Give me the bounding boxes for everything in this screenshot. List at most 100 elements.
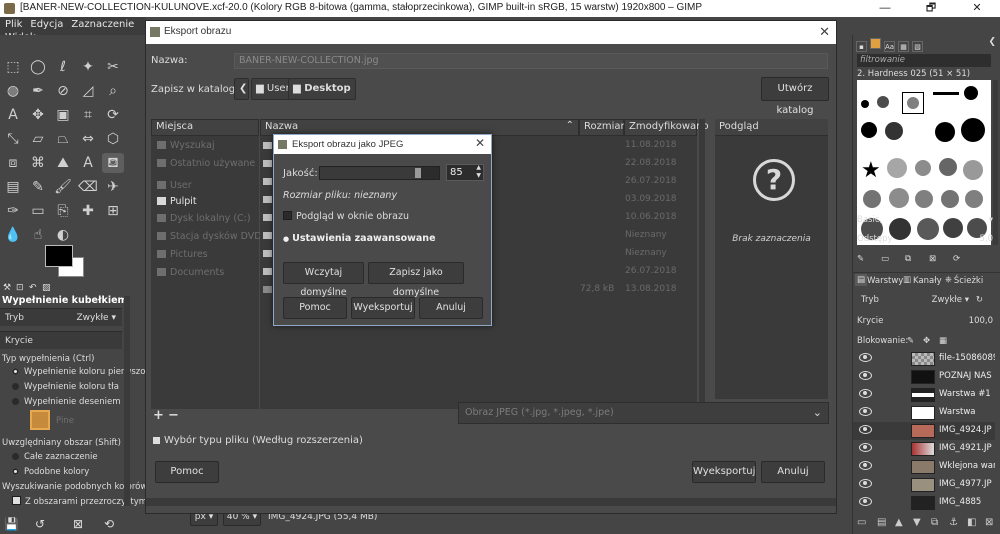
layer-row[interactable]: POZNAJ NAS <box>853 368 995 386</box>
heal-icon[interactable]: ✚ <box>77 201 99 221</box>
close-icon[interactable]: ✕ <box>819 24 830 40</box>
layer-row[interactable]: file-15086089 <box>853 350 995 368</box>
mode-select[interactable]: Tryb Zwykłe ▾ <box>0 308 122 326</box>
place-dvd[interactable]: Stacja dysków DVD... <box>157 231 271 242</box>
unified-transform-icon[interactable]: ⧈ <box>2 153 24 173</box>
maximize-button[interactable]: 🗗 <box>908 0 954 17</box>
jpeg-cancel-button[interactable]: Anuluj <box>419 297 483 319</box>
airbrush-icon[interactable]: ✈ <box>102 177 124 197</box>
dock-menu-icon[interactable]: ❮ <box>988 37 996 47</box>
clone-icon[interactable]: ⎘ <box>52 201 74 221</box>
color-picker-icon[interactable]: ⊘ <box>52 81 74 101</box>
perspective-icon[interactable]: ⏢ <box>52 129 74 149</box>
bucket-fill-icon[interactable]: ⛾ <box>102 153 124 173</box>
new-brush-icon[interactable]: ▭ <box>881 254 889 264</box>
text-tool-icon[interactable]: A <box>2 105 24 125</box>
export-button[interactable]: Wyeksportuj <box>692 461 756 483</box>
modified-column-header[interactable]: Zmodyfikowano <box>624 119 709 136</box>
layer-row[interactable]: IMG_4885 <box>853 494 995 512</box>
create-folder-button[interactable]: Utwórz katalog <box>761 77 829 116</box>
place-desktop[interactable]: Pulpit <box>157 196 197 207</box>
brush-tag-field[interactable]: Basic, ▾ <box>857 212 993 228</box>
foreground-color-swatch[interactable] <box>45 245 73 267</box>
quality-slider-handle[interactable] <box>415 168 421 178</box>
zoom-icon[interactable]: ⌕ <box>102 81 124 101</box>
spacing-slider[interactable]: Odstępy 5,0 <box>857 231 993 247</box>
anchor-layer-icon[interactable]: ⚓ <box>949 517 958 528</box>
foreground-select-icon[interactable]: ◍ <box>2 81 24 101</box>
rotate-icon[interactable]: ⟳ <box>102 105 124 125</box>
cage-icon[interactable]: ⬡ <box>102 129 124 149</box>
eye-icon[interactable] <box>859 407 872 416</box>
layer-row[interactable]: IMG_4977.JP <box>853 476 995 494</box>
place-documents[interactable]: Documents <box>157 267 224 278</box>
paths-icon[interactable]: ✒ <box>27 81 49 101</box>
eye-icon[interactable] <box>859 443 872 452</box>
jpeg-export-button[interactable]: Wyeksportuj <box>351 297 415 319</box>
reset-options-icon[interactable]: ⟲ <box>104 517 114 531</box>
new-layer-group-icon[interactable]: ▤ <box>877 517 886 528</box>
fill-pattern-radio[interactable]: Wypełnienie deseniem <box>12 397 121 407</box>
save-options-icon[interactable]: 💾 <box>4 517 19 531</box>
path-crumb-desktop[interactable]: ▆ Desktop <box>288 78 356 100</box>
tab-paths[interactable]: ⎈ Ścieżki <box>943 274 983 286</box>
patterns-tab-icon[interactable] <box>870 38 881 49</box>
eye-icon[interactable] <box>859 371 872 380</box>
layer-row[interactable]: Warstwa <box>853 404 995 422</box>
blur-icon[interactable]: 💧 <box>2 225 24 245</box>
document-history-tab-icon[interactable]: ▦ <box>898 41 909 52</box>
tool-options-tab-icon[interactable]: ⚒ <box>3 283 13 293</box>
file-type-expander[interactable]: Wybór typu pliku (Według rozszerzenia) <box>153 435 363 446</box>
place-pictures[interactable]: Pictures <box>157 249 208 260</box>
brushes-tab-icon[interactable]: ▪ <box>856 41 867 52</box>
text-icon[interactable]: A <box>77 153 99 173</box>
advanced-settings-expander[interactable]: ● Ustawienia zaawansowane <box>283 233 436 244</box>
eye-icon[interactable] <box>859 497 872 506</box>
size-column-header[interactable]: Rozmiar <box>579 119 625 136</box>
refresh-brushes-icon[interactable]: ⟳ <box>953 254 960 264</box>
brush-grid-scrollbar[interactable] <box>993 80 998 245</box>
gradients-tab-icon[interactable]: ▧ <box>912 41 923 52</box>
layer-mask-icon[interactable]: ◧ <box>967 517 976 528</box>
brush-filter-input[interactable]: filtrowanie <box>857 54 991 67</box>
scale-icon[interactable]: ⤡ <box>2 129 24 149</box>
eye-icon[interactable] <box>859 389 872 398</box>
eye-icon[interactable] <box>859 425 872 434</box>
preview-in-window-checkbox[interactable]: Podgląd w oknie obrazu <box>283 211 409 222</box>
tab-channels[interactable]: ▥ Kanały <box>901 274 942 286</box>
place-local-disk[interactable]: Dysk lokalny (C:) <box>157 213 251 224</box>
restore-options-icon[interactable]: ↺ <box>35 517 45 531</box>
ink-icon[interactable]: ✑ <box>2 201 24 221</box>
menu-file[interactable]: Plik <box>0 17 25 30</box>
area-whole-radio[interactable]: Całe zaznaczenie <box>12 452 98 462</box>
tool-options-scrollbar[interactable] <box>124 296 130 506</box>
file-type-filter-select[interactable]: Obraz JPEG (*.jpg, *.jpeg, *.jpe) ⌄ <box>458 402 829 424</box>
add-bookmark-icon[interactable]: + <box>153 408 164 423</box>
tab-layers[interactable]: ▤ Warstwy <box>855 274 903 286</box>
paintbrush-icon[interactable]: 🖌 <box>52 177 74 197</box>
area-similar-radio[interactable]: Podobne kolory <box>12 467 89 477</box>
eye-icon[interactable] <box>859 353 872 362</box>
layer-mode-reset-icon[interactable]: ↻ <box>976 295 983 305</box>
free-select-icon[interactable]: ℓ <box>52 57 74 77</box>
tag-dropdown-icon[interactable]: ▾ <box>989 215 993 225</box>
file-list-scrollbar[interactable] <box>699 119 705 409</box>
lock-alpha-icon[interactable]: ▦ <box>939 336 947 346</box>
load-defaults-button[interactable]: Wczytaj domyślne <box>283 262 364 298</box>
dodge-burn-icon[interactable]: ◐ <box>52 225 74 245</box>
duplicate-layer-icon[interactable]: ⧉ <box>931 517 938 528</box>
fill-bg-radio[interactable]: Wypełnienie koloru tła <box>12 382 119 392</box>
layer-row[interactable]: IMG_4924.JP <box>853 422 995 440</box>
duplicate-brush-icon[interactable]: ⧉ <box>905 254 911 264</box>
layer-row[interactable]: Wklejona war <box>853 458 995 476</box>
lock-position-icon[interactable]: ✥ <box>923 336 930 346</box>
opacity-slider[interactable]: Krycie <box>0 331 122 349</box>
delete-brush-icon[interactable]: ⊠ <box>929 254 936 264</box>
ellipse-select-icon[interactable]: ◯ <box>27 57 49 77</box>
delete-layer-icon[interactable]: ⊠ <box>985 517 993 528</box>
filename-input[interactable]: BANER-NEW-COLLECTION.jpg <box>234 53 828 69</box>
warp-icon[interactable]: ⌘ <box>27 153 49 173</box>
dialog-hscrollbar[interactable] <box>146 498 836 506</box>
images-tab-icon[interactable]: ▨ <box>42 283 52 293</box>
raise-layer-icon[interactable]: ▲ <box>895 517 903 528</box>
